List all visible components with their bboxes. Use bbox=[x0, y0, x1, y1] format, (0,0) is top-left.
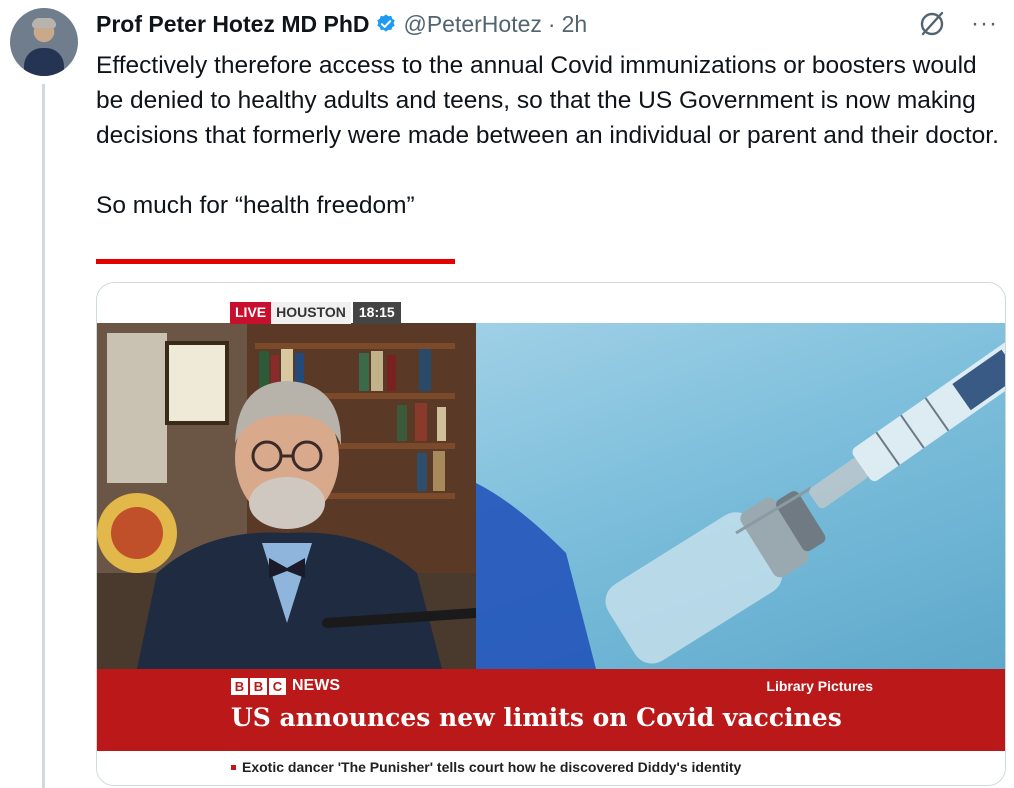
verified-badge-icon bbox=[377, 14, 396, 32]
bbc-news-logo: B B C NEWS bbox=[231, 677, 340, 695]
more-options-icon[interactable]: ··· bbox=[971, 12, 998, 36]
clock-label: 18:15 bbox=[352, 302, 401, 324]
ticker-bullet-icon bbox=[231, 765, 236, 770]
thread-line bbox=[42, 84, 45, 788]
vaccine-library-picture bbox=[476, 323, 1005, 669]
interview-illustration bbox=[97, 323, 476, 669]
syringe-and-vial-illustration bbox=[476, 338, 1005, 669]
news-headline: US announces new limits on Covid vaccine… bbox=[231, 703, 842, 732]
location-label: HOUSTON bbox=[271, 302, 351, 324]
tweet-paragraph-1: Effectively therefore access to the annu… bbox=[96, 52, 999, 149]
separator-dot: · bbox=[547, 10, 556, 37]
grok-icon[interactable] bbox=[917, 9, 947, 39]
timestamp[interactable]: 2h bbox=[562, 11, 588, 38]
ticker-text: Exotic dancer 'The Punisher' tells court… bbox=[242, 759, 742, 775]
avatar[interactable] bbox=[10, 8, 78, 76]
library-pictures-label: Library Pictures bbox=[766, 678, 873, 694]
media-card[interactable]: LIVE HOUSTON 18:15 B B C NEWS Library Pi… bbox=[96, 282, 1006, 786]
live-label: LIVE bbox=[230, 302, 272, 324]
interview-video-frame bbox=[97, 323, 476, 669]
tweet-text: Effectively therefore access to the annu… bbox=[96, 48, 1006, 223]
red-underline-annotation bbox=[96, 259, 455, 264]
author-handle[interactable]: @PeterHotez bbox=[403, 11, 541, 38]
news-ticker: Exotic dancer 'The Punisher' tells court… bbox=[97, 751, 1005, 785]
tweet-paragraph-2: So much for “health freedom” bbox=[96, 192, 415, 219]
news-caption-band: B B C NEWS Library Pictures US announces… bbox=[97, 669, 1005, 751]
author-name[interactable]: Prof Peter Hotez MD PhD bbox=[96, 11, 369, 38]
tweet-header: Prof Peter Hotez MD PhD @PeterHotez · 2h… bbox=[96, 6, 998, 42]
live-indicator: LIVE HOUSTON 18:15 bbox=[230, 302, 401, 324]
